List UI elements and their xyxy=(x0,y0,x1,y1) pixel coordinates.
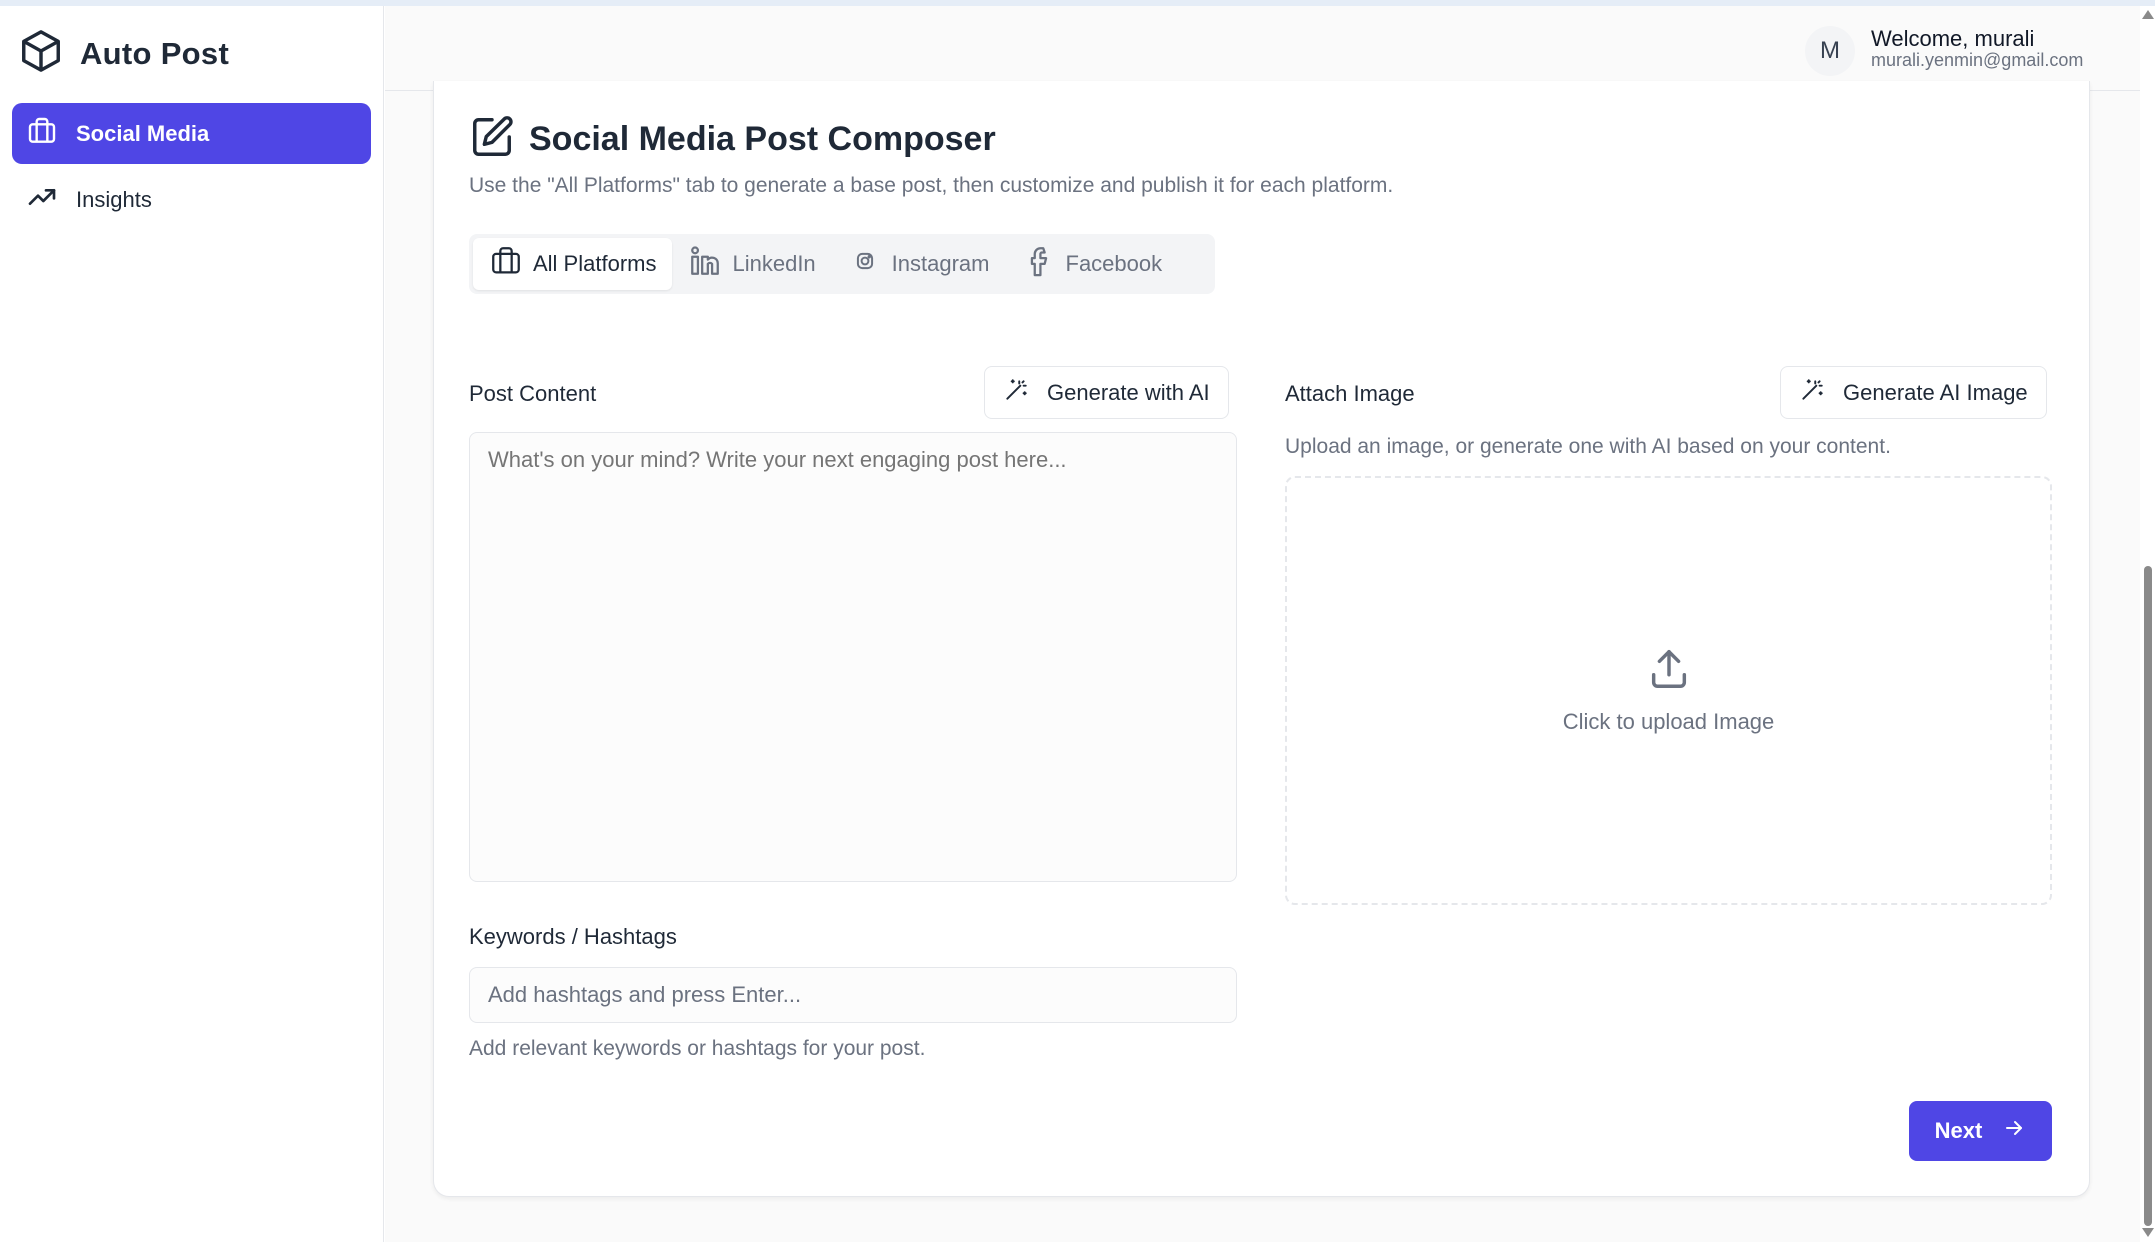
platform-tabs: All Platforms LinkedIn Instagram Faceboo… xyxy=(469,234,1215,294)
welcome-text: Welcome, murali xyxy=(1871,26,2035,51)
app-name: Auto Post xyxy=(80,35,230,71)
top-header: M Welcome, murali murali.yenmin@gmail.co… xyxy=(385,6,2155,91)
avatar[interactable]: M xyxy=(1805,26,1855,76)
tab-label: LinkedIn xyxy=(732,251,816,276)
briefcase-icon xyxy=(489,244,523,284)
sidebar: Auto Post Social Media Insights xyxy=(0,6,384,1242)
image-upload-dropzone[interactable]: Click to upload Image xyxy=(1285,476,2052,905)
sidebar-item-label: Insights xyxy=(76,186,152,212)
tab-label: Facebook xyxy=(1065,251,1163,276)
post-content-label: Post Content xyxy=(469,381,597,406)
scroll-down-icon[interactable] xyxy=(2142,1228,2154,1237)
post-content-textarea[interactable] xyxy=(469,432,1237,882)
arrow-right-icon xyxy=(2002,1116,2026,1146)
briefcase-icon xyxy=(26,115,58,153)
attach-image-label: Attach Image xyxy=(1285,381,1415,406)
hashtags-placeholder: Add hashtags and press Enter... xyxy=(488,982,802,1007)
upload-text: Click to upload Image xyxy=(1562,709,1775,734)
magic-wand-icon xyxy=(1003,377,1029,409)
scrollbar[interactable] xyxy=(2140,6,2155,1242)
keywords-hint: Add relevant keywords or hashtags for yo… xyxy=(469,1037,926,1060)
generate-ai-image-button[interactable]: Generate AI Image xyxy=(1780,366,2047,419)
page-subtitle: Use the "All Platforms" tab to generate … xyxy=(469,174,1394,197)
button-label: Next xyxy=(1934,1118,1983,1143)
generate-with-ai-button[interactable]: Generate with AI xyxy=(984,366,1229,419)
instagram-icon xyxy=(848,244,882,284)
next-button[interactable]: Next xyxy=(1909,1101,2052,1161)
tab-label: All Platforms xyxy=(533,251,657,276)
facebook-icon xyxy=(1022,244,1056,284)
scroll-up-icon[interactable] xyxy=(2142,10,2154,19)
magic-wand-icon xyxy=(1799,377,1825,409)
hashtags-input[interactable]: Add hashtags and press Enter... xyxy=(469,967,1237,1023)
keywords-label: Keywords / Hashtags xyxy=(469,924,677,949)
tab-facebook[interactable]: Facebook xyxy=(1006,238,1179,290)
sidebar-item-insights[interactable]: Insights xyxy=(12,169,371,230)
sidebar-item-social-media[interactable]: Social Media xyxy=(12,103,371,164)
tab-all-platforms[interactable]: All Platforms xyxy=(473,238,673,290)
edit-square-icon xyxy=(469,114,515,165)
tab-instagram[interactable]: Instagram xyxy=(832,238,1006,290)
linkedin-icon xyxy=(688,244,722,284)
button-label: Generate with AI xyxy=(1047,379,1210,405)
brand[interactable]: Auto Post xyxy=(18,28,229,79)
button-label: Generate AI Image xyxy=(1843,379,2028,405)
tab-label: Instagram xyxy=(891,251,990,276)
scroll-thumb[interactable] xyxy=(2144,566,2152,1226)
tab-linkedin[interactable]: LinkedIn xyxy=(672,238,831,290)
page-title: Social Media Post Composer xyxy=(529,120,996,158)
trending-up-icon xyxy=(26,181,58,219)
sidebar-item-label: Social Media xyxy=(76,120,210,146)
upload-icon xyxy=(1646,646,1692,697)
cube-logo-icon xyxy=(18,28,64,79)
user-email: murali.yenmin@gmail.com xyxy=(1871,50,2084,70)
attach-image-hint: Upload an image, or generate one with AI… xyxy=(1285,435,1891,458)
composer-title-row: Social Media Post Composer xyxy=(469,114,996,165)
